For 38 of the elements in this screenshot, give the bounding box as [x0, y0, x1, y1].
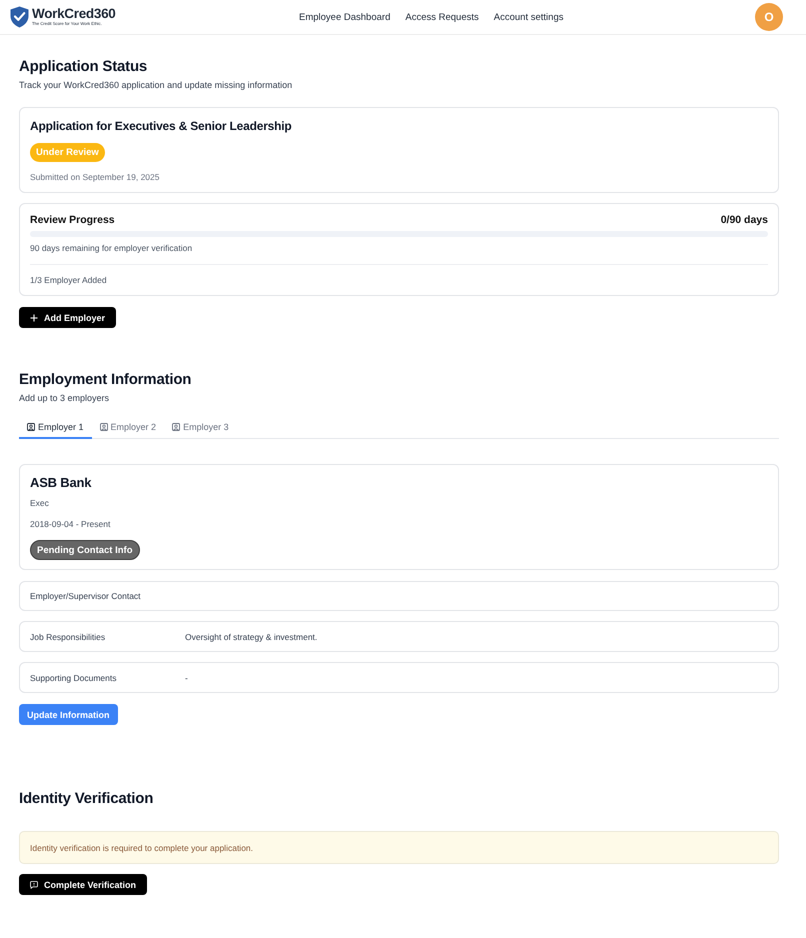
- detail-value: Oversight of strategy & investment.: [185, 632, 318, 642]
- detail-label: Employer/Supervisor Contact: [30, 591, 142, 601]
- detail-label: Supporting Documents: [30, 672, 118, 682]
- complete-verification-button[interactable]: Complete Verification: [19, 874, 148, 895]
- plus-icon: [30, 314, 38, 322]
- status-badge: Pending Contact Info: [30, 540, 140, 560]
- employer-tab[interactable]: Employer 2: [92, 416, 164, 439]
- section-title: Employment Information: [19, 370, 192, 390]
- status-badge: Under Review: [30, 143, 105, 162]
- person-square-icon: [27, 422, 35, 430]
- person-square-icon: [172, 422, 180, 430]
- employer-tab[interactable]: Employer 1: [19, 416, 92, 439]
- detail-label: Job Responsibilities: [30, 632, 106, 642]
- submitted-date: Submitted on September 19, 2025: [30, 171, 160, 183]
- employers-added-text: 1/3 Employer Added: [30, 274, 108, 286]
- days-counter: 0/90 days: [720, 213, 768, 227]
- days-remaining-text: 90 days remaining for employer verification: [30, 242, 194, 254]
- employer-tab[interactable]: Employer 3: [164, 416, 237, 439]
- chat-bubble-icon: [30, 880, 38, 888]
- application-title: Application for Executives & Senior Leadership: [30, 118, 293, 134]
- nav-link[interactable]: Employee Dashboard: [299, 12, 390, 22]
- page-title: Application Status: [19, 57, 148, 77]
- update-information-button[interactable]: Update Information: [19, 704, 118, 725]
- nav-link[interactable]: Access Requests: [405, 12, 479, 22]
- nav-link[interactable]: Account settings: [494, 12, 564, 22]
- job-title: Exec: [30, 497, 50, 509]
- employer-name: ASB Bank: [30, 474, 92, 491]
- person-square-icon: [100, 422, 108, 430]
- section-title: Identity Verification: [19, 789, 154, 809]
- shield-check-icon: [10, 6, 29, 28]
- logo-wordmark: WorkCred360: [32, 7, 116, 21]
- add-employer-button[interactable]: Add Employer: [19, 307, 116, 328]
- review-progress-title: Review Progress: [30, 213, 115, 227]
- section-subtitle: Add up to 3 employers: [19, 392, 110, 404]
- detail-value: -: [185, 672, 188, 682]
- verification-alert: Identity verification is required to complete your application.: [19, 831, 779, 864]
- employment-dates: 2018-09-04 - Present: [30, 518, 112, 530]
- page-subtitle: Track your WorkCred360 application and update missing information: [19, 79, 294, 91]
